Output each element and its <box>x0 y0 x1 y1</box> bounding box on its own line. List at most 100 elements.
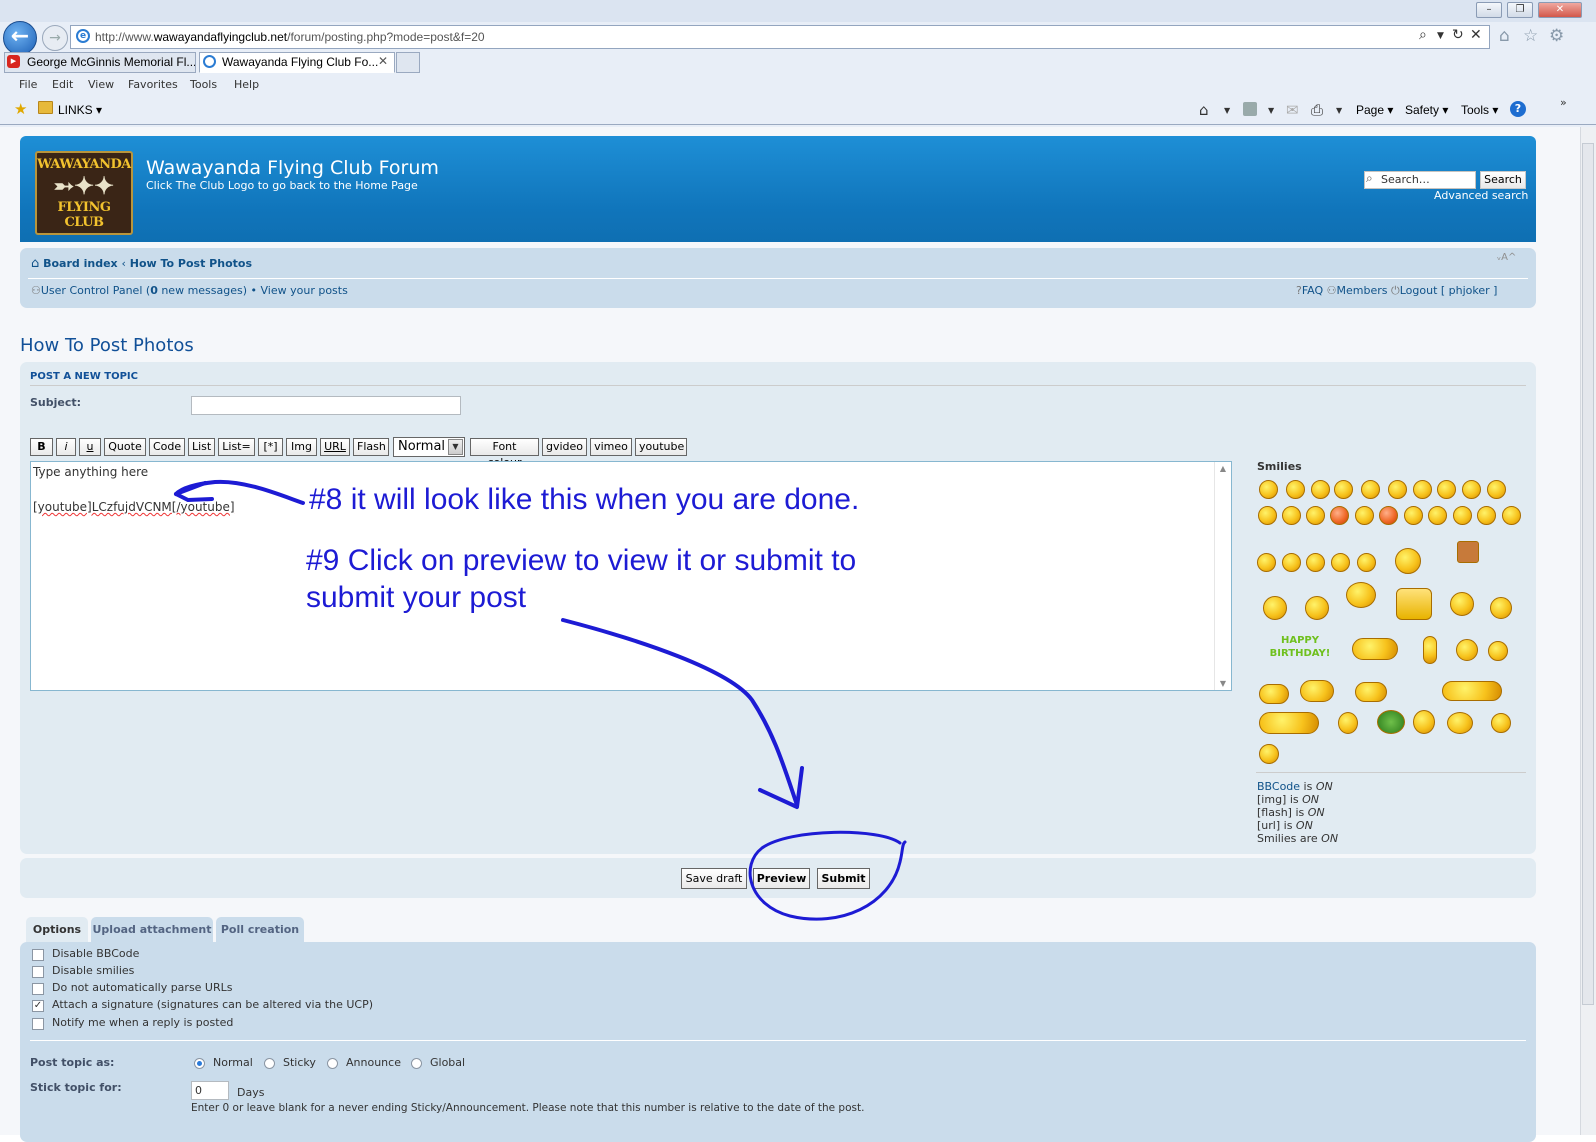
disable-bbcode-checkbox[interactable] <box>32 949 44 961</box>
banana-smiley-icon[interactable] <box>1423 636 1437 664</box>
bbcode-faq-link[interactable]: BBCode <box>1257 780 1300 793</box>
smiley-icon[interactable] <box>1456 639 1478 661</box>
dropdown-icon[interactable]: ▼ <box>1336 106 1342 115</box>
tab-close-icon[interactable]: ✕ <box>378 54 388 68</box>
tab-upload-attachment[interactable]: Upload attachment <box>91 917 213 942</box>
back-button[interactable]: ← <box>3 21 37 55</box>
smiley-icon[interactable] <box>1306 553 1325 572</box>
site-name[interactable]: Wawayanda Flying Club Forum <box>146 157 439 179</box>
address-bar[interactable]: http://www.wawayandaflyingclub.net/forum… <box>70 25 1490 49</box>
feeds-icon[interactable] <box>1243 102 1257 116</box>
smiley-icon[interactable] <box>1357 553 1376 572</box>
smiley-icon[interactable] <box>1377 710 1405 734</box>
attach-signature-checkbox[interactable]: ✓ <box>32 1000 44 1012</box>
smiley-icon[interactable] <box>1258 506 1277 525</box>
smiley-icon[interactable] <box>1300 680 1334 702</box>
club-logo[interactable]: WAWAYANDA ➵✦✦ FLYING CLUB <box>35 151 133 235</box>
smiley-icon[interactable] <box>1490 597 1512 619</box>
menu-favorites[interactable]: Favorites <box>128 78 178 91</box>
chevron-more-icon[interactable]: » <box>1560 96 1567 109</box>
search-icon[interactable]: ⌕ <box>1419 27 1427 43</box>
safety-menu[interactable]: Safety ▾ <box>1405 103 1448 117</box>
font-resize-control[interactable]: ᵥA^ <box>1497 252 1516 263</box>
smiley-icon[interactable] <box>1259 480 1278 499</box>
smiley-icon[interactable] <box>1404 506 1423 525</box>
favorites-star-icon[interactable]: ☆ <box>1523 26 1538 46</box>
print-icon[interactable]: ⎙ <box>1311 101 1323 119</box>
smiley-icon[interactable] <box>1491 713 1511 733</box>
smiley-icon[interactable] <box>1306 506 1325 525</box>
minimize-button[interactable]: – <box>1476 2 1502 18</box>
faq-link[interactable]: FAQ <box>1302 284 1323 297</box>
menu-file[interactable]: File <box>19 78 37 91</box>
notify-reply-checkbox[interactable] <box>32 1018 44 1030</box>
smiley-icon[interactable] <box>1311 480 1330 499</box>
new-tab-button[interactable] <box>396 52 420 73</box>
smiley-icon[interactable] <box>1355 506 1374 525</box>
close-window-button[interactable]: ✕ <box>1538 2 1582 18</box>
smiley-icon[interactable] <box>1487 480 1506 499</box>
dropdown-icon[interactable]: ▼ <box>1268 106 1274 115</box>
house-smiley-icon[interactable] <box>1457 541 1479 563</box>
gear-icon[interactable]: ⚙ <box>1549 26 1564 46</box>
popcorn-smiley-icon[interactable] <box>1396 588 1432 620</box>
breadcrumb-forum[interactable]: How To Post Photos <box>130 257 252 270</box>
textarea-scrollbar[interactable]: ▲ ▼ <box>1214 462 1231 690</box>
links-folder[interactable]: LINKS ▾ <box>58 103 102 117</box>
list-button[interactable]: List <box>188 438 215 456</box>
smiley-icon[interactable] <box>1379 506 1398 525</box>
smiley-icon[interactable] <box>1488 641 1508 661</box>
smiley-icon[interactable] <box>1413 710 1435 734</box>
smiley-icon[interactable] <box>1361 480 1380 499</box>
smiley-icon[interactable] <box>1286 480 1305 499</box>
restore-button[interactable]: ❐ <box>1507 2 1533 18</box>
smiley-icon[interactable] <box>1413 480 1432 499</box>
happy-birthday-smiley-icon[interactable]: HAPPY BIRTHDAY! <box>1258 634 1342 664</box>
smiley-icon[interactable] <box>1395 548 1421 574</box>
preview-button[interactable]: Preview <box>753 868 810 889</box>
smiley-icon[interactable] <box>1477 506 1496 525</box>
smiley-icon[interactable] <box>1259 712 1319 734</box>
smiley-icon[interactable] <box>1259 684 1289 704</box>
add-favorite-icon[interactable]: ★ <box>14 100 27 118</box>
smiley-icon[interactable] <box>1305 596 1329 620</box>
mail-icon[interactable]: ✉ <box>1286 101 1299 119</box>
stick-days-input[interactable]: 0 <box>191 1081 229 1100</box>
home-icon[interactable]: ⌂ <box>1199 101 1209 119</box>
smiley-icon[interactable] <box>1346 582 1376 608</box>
list-ordered-button[interactable]: List= <box>218 438 255 456</box>
smiley-icon[interactable] <box>1450 592 1474 616</box>
underline-button[interactable]: u <box>79 438 101 456</box>
stop-icon[interactable]: ✕ <box>1470 27 1482 43</box>
smiley-icon[interactable] <box>1352 638 1398 660</box>
bold-button[interactable]: B <box>30 438 53 456</box>
menu-edit[interactable]: Edit <box>52 78 73 91</box>
smiley-icon[interactable] <box>1259 744 1279 764</box>
italic-button[interactable]: i <box>56 438 76 456</box>
smiley-icon[interactable] <box>1263 596 1287 620</box>
disable-smilies-checkbox[interactable] <box>32 966 44 978</box>
smiley-icon[interactable] <box>1355 682 1387 702</box>
radio-normal[interactable] <box>194 1058 205 1069</box>
subject-input[interactable] <box>191 396 461 415</box>
smiley-icon[interactable] <box>1331 553 1350 572</box>
smiley-icon[interactable] <box>1330 506 1349 525</box>
tab-forum[interactable]: Wawayanda Flying Club Fo... <box>199 52 395 73</box>
smiley-icon[interactable] <box>1502 506 1521 525</box>
tab-options[interactable]: Options <box>26 917 88 942</box>
tab-youtube[interactable]: George McGinnis Memorial Fl... <box>4 52 196 73</box>
smiley-icon[interactable] <box>1453 506 1472 525</box>
members-link[interactable]: Members <box>1337 284 1388 297</box>
tools-menu[interactable]: Tools ▾ <box>1461 103 1498 117</box>
smiley-icon[interactable] <box>1462 480 1481 499</box>
smiley-icon[interactable] <box>1282 506 1301 525</box>
dropdown-icon[interactable]: ▼ <box>1224 106 1230 115</box>
menu-help[interactable]: Help <box>234 78 259 91</box>
quote-button[interactable]: Quote <box>104 438 146 456</box>
refresh-icon[interactable]: ↻ <box>1452 27 1464 43</box>
vimeo-button[interactable]: vimeo <box>590 438 632 456</box>
flash-button[interactable]: Flash <box>353 438 389 456</box>
url-button[interactable]: URL <box>320 438 350 456</box>
logout-link[interactable]: Logout [ phjoker ] <box>1400 284 1498 297</box>
scrollbar-thumb[interactable] <box>1582 143 1594 1005</box>
